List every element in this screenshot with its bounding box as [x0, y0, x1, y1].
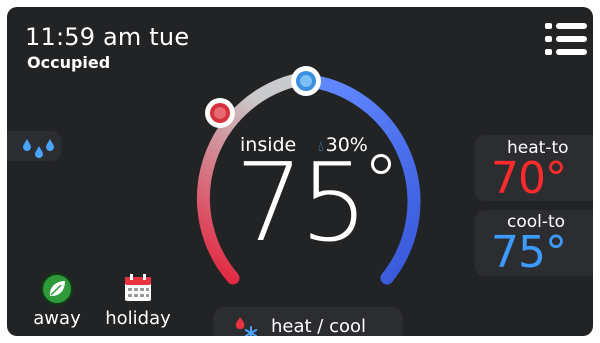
away-label: away — [33, 308, 81, 329]
holiday-label: holiday — [105, 308, 171, 329]
cool-to-setpoint[interactable]: cool-to 75° — [475, 210, 593, 278]
degree-symbol — [371, 154, 391, 174]
current-temperature: 75 — [235, 141, 368, 266]
water-drops-icon — [23, 139, 54, 158]
menu-button[interactable] — [545, 21, 587, 57]
away-button[interactable]: away — [27, 272, 87, 329]
thermostat-screen: 11:59 am tue Occupied inside 💧︎ 30% 75 h… — [7, 7, 593, 336]
humidity-button[interactable] — [7, 131, 61, 161]
heat-to-value: 70° — [491, 153, 567, 204]
leaf-icon — [41, 273, 73, 305]
clock-text: 11:59 am tue — [25, 23, 190, 51]
heat-to-setpoint[interactable]: heat-to 70° — [475, 135, 593, 204]
cool-to-value: 75° — [491, 227, 567, 278]
occupancy-status: Occupied — [27, 53, 111, 72]
calendar-icon — [125, 274, 151, 301]
holiday-button[interactable]: holiday — [103, 272, 173, 329]
flame-snowflake-icon — [235, 317, 258, 336]
mode-button[interactable]: heat / cool — [213, 307, 403, 336]
mode-label: heat / cool — [271, 316, 367, 336]
